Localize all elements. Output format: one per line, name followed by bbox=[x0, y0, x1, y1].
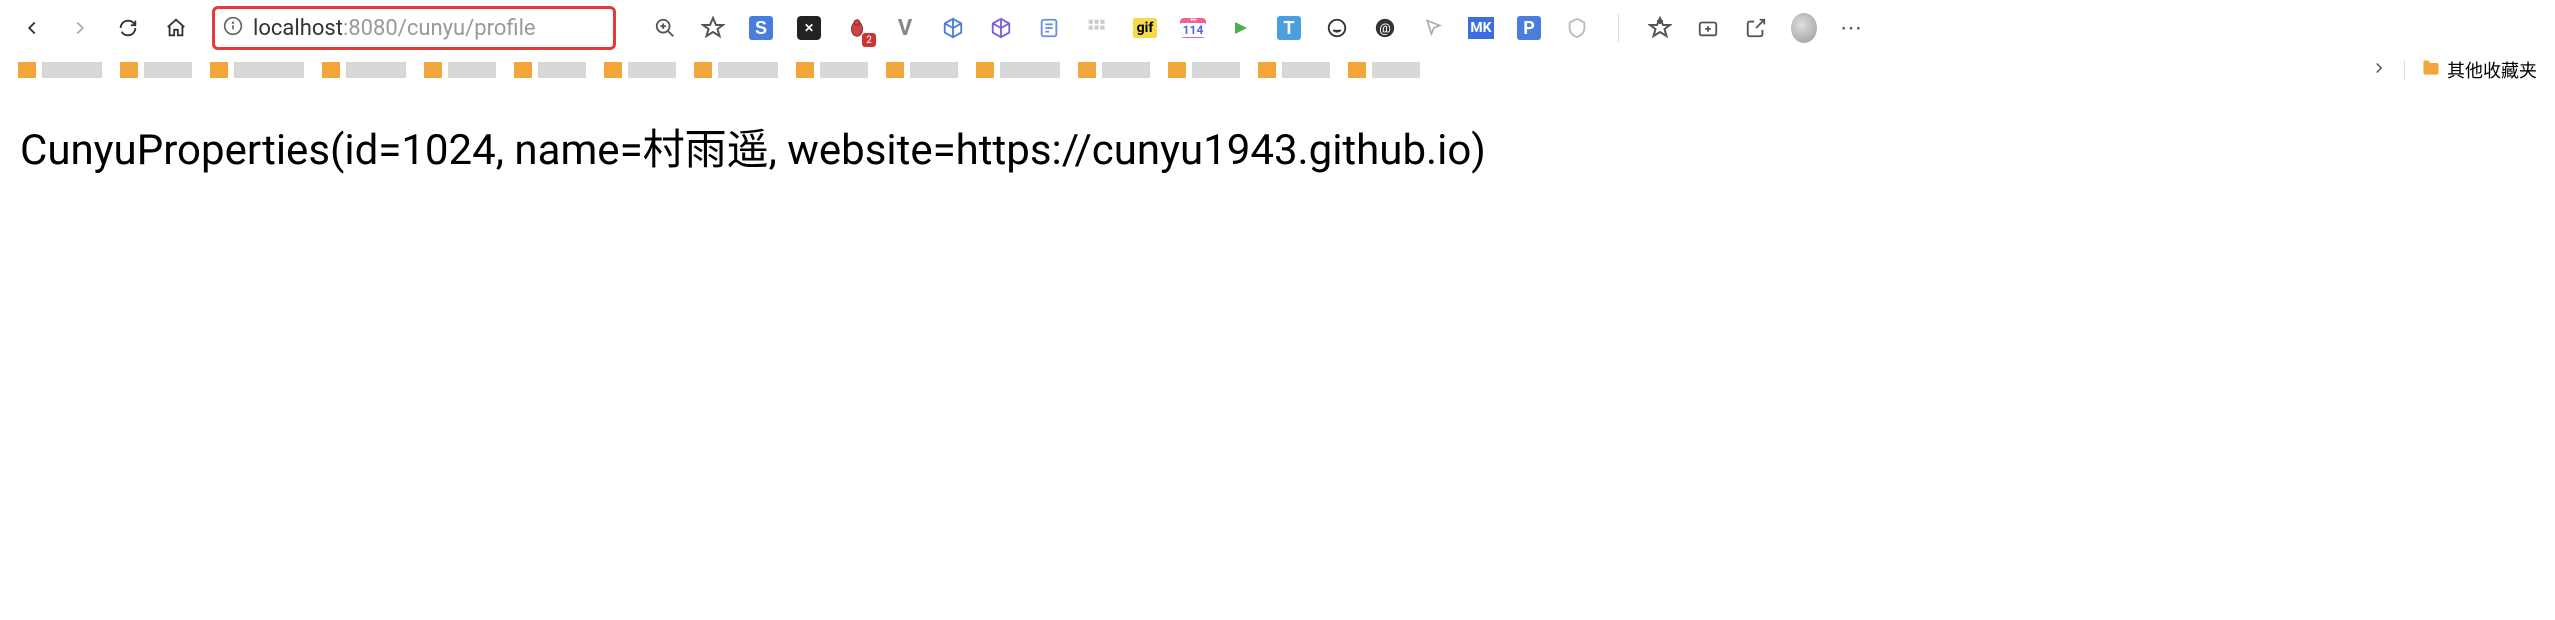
extension-green-icon[interactable] bbox=[1228, 15, 1254, 41]
url-host: localhost bbox=[253, 16, 343, 41]
more-menu-icon[interactable]: ⋯ bbox=[1839, 15, 1865, 41]
address-bar[interactable]: localhost:8080/cunyu/profile bbox=[212, 6, 616, 50]
bookmark-item[interactable] bbox=[1000, 62, 1060, 78]
bookmark-item[interactable] bbox=[1192, 62, 1240, 78]
other-bookmarks-label: 其他收藏夹 bbox=[2447, 57, 2537, 83]
other-bookmarks-folder[interactable]: 其他收藏夹 bbox=[2421, 57, 2537, 83]
extension-p-icon[interactable]: P bbox=[1516, 15, 1542, 41]
bookmark-item[interactable] bbox=[144, 62, 192, 78]
extension-circle-icon[interactable] bbox=[1324, 15, 1350, 41]
bookmark-item[interactable] bbox=[448, 62, 496, 78]
extension-v-icon[interactable]: V bbox=[892, 15, 918, 41]
favorites-star-icon[interactable] bbox=[1647, 15, 1673, 41]
extension-s-icon[interactable]: S bbox=[748, 15, 774, 41]
bookmark-item[interactable] bbox=[538, 62, 586, 78]
extension-mk-icon[interactable]: MK bbox=[1468, 15, 1494, 41]
extension-badge: 2 bbox=[862, 33, 876, 47]
separator bbox=[2404, 60, 2405, 80]
url-path: /cunyu/profile bbox=[398, 16, 536, 41]
bookmark-bar-right: 其他收藏夹 bbox=[2370, 57, 2537, 83]
bookmark-item[interactable] bbox=[1258, 62, 1276, 78]
bookmark-item[interactable] bbox=[210, 62, 228, 78]
browser-toolbar: localhost:8080/cunyu/profile S ✕ 2 V bbox=[0, 0, 2555, 56]
bookmark-item[interactable] bbox=[1102, 62, 1150, 78]
bookmark-item[interactable] bbox=[514, 62, 532, 78]
bookmark-item[interactable] bbox=[694, 62, 712, 78]
extension-bug-icon[interactable]: 2 bbox=[844, 15, 870, 41]
bookmark-item[interactable] bbox=[18, 62, 36, 78]
info-icon[interactable] bbox=[223, 16, 243, 40]
bookmark-item[interactable] bbox=[120, 62, 138, 78]
extension-gif-icon[interactable]: gif bbox=[1132, 15, 1158, 41]
bookmark-item[interactable] bbox=[1348, 62, 1366, 78]
extension-cube1-icon[interactable] bbox=[940, 15, 966, 41]
bookmark-item[interactable] bbox=[886, 62, 904, 78]
home-button[interactable] bbox=[156, 8, 196, 48]
bookmark-item[interactable] bbox=[1282, 62, 1330, 78]
share-icon[interactable] bbox=[1743, 15, 1769, 41]
extension-note-icon[interactable] bbox=[1036, 15, 1062, 41]
refresh-button[interactable] bbox=[108, 8, 148, 48]
bookmark-overflow-icon[interactable] bbox=[2370, 58, 2388, 82]
bookmark-item[interactable] bbox=[976, 62, 994, 78]
bookmark-item[interactable] bbox=[322, 62, 340, 78]
page-content: CunyuProperties(id=1024, name=村雨遥, websi… bbox=[0, 84, 2555, 209]
profile-avatar[interactable] bbox=[1791, 15, 1817, 41]
url-text: localhost:8080/cunyu/profile bbox=[253, 16, 536, 41]
content-text: CunyuProperties(id=1024, name=村雨遥, websi… bbox=[20, 116, 2535, 177]
extension-grid-icon[interactable] bbox=[1084, 15, 1110, 41]
bookmark-item[interactable] bbox=[1168, 62, 1186, 78]
folder-icon bbox=[2421, 58, 2441, 83]
bookmark-item[interactable] bbox=[346, 62, 406, 78]
bookmark-item[interactable] bbox=[820, 62, 868, 78]
svg-text:@: @ bbox=[1379, 22, 1391, 37]
extension-at-icon[interactable]: @ bbox=[1372, 15, 1398, 41]
bookmark-item[interactable] bbox=[42, 62, 102, 78]
bookmark-item[interactable] bbox=[910, 62, 958, 78]
extension-shield-icon[interactable] bbox=[1564, 15, 1590, 41]
extension-cursor-icon[interactable] bbox=[1420, 15, 1446, 41]
bookmark-item[interactable] bbox=[234, 62, 304, 78]
bookmark-item[interactable] bbox=[424, 62, 442, 78]
bookmark-item[interactable] bbox=[718, 62, 778, 78]
bookmark-item[interactable] bbox=[604, 62, 622, 78]
forward-button[interactable] bbox=[60, 8, 100, 48]
zoom-icon[interactable] bbox=[652, 15, 678, 41]
collections-icon[interactable] bbox=[1695, 15, 1721, 41]
bookmark-item[interactable] bbox=[1372, 62, 1420, 78]
extension-calendar-icon[interactable]: ••• 114 bbox=[1180, 15, 1206, 41]
toolbar-right: S ✕ 2 V gif ••• 114 bbox=[652, 14, 1865, 42]
bookmark-bar: 其他收藏夹 bbox=[0, 56, 2555, 84]
url-port: :8080 bbox=[343, 16, 398, 41]
extension-x-icon[interactable]: ✕ bbox=[796, 15, 822, 41]
bookmark-item[interactable] bbox=[1078, 62, 1096, 78]
bookmark-item[interactable] bbox=[628, 62, 676, 78]
extension-cube2-icon[interactable] bbox=[988, 15, 1014, 41]
back-button[interactable] bbox=[12, 8, 52, 48]
favorite-icon[interactable] bbox=[700, 15, 726, 41]
bookmark-items bbox=[18, 62, 2370, 78]
bookmark-item[interactable] bbox=[796, 62, 814, 78]
extension-t-icon[interactable]: T bbox=[1276, 15, 1302, 41]
separator bbox=[1618, 14, 1619, 42]
